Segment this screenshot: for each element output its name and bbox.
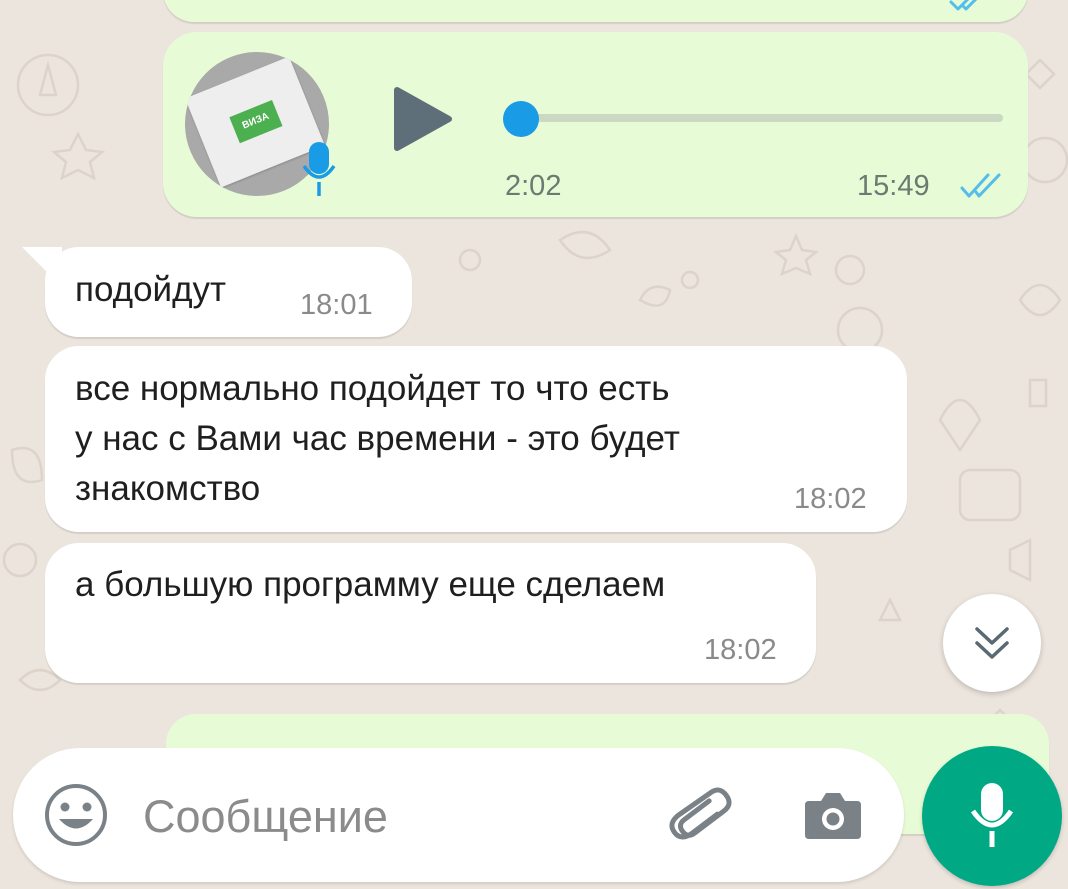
incoming-message-1[interactable]: подойдут 18:01 [45, 247, 412, 337]
message-time: 18:01 [300, 289, 373, 321]
camera-icon[interactable] [803, 789, 863, 841]
double-chevron-down-icon [975, 627, 1009, 659]
incoming-message-2[interactable]: все нормально подойдет то что есть у нас… [45, 346, 907, 532]
message-composer [13, 748, 904, 882]
voice-message-bubble[interactable]: ВИЗА 2:02 15:49 [163, 32, 1028, 217]
message-time: 18:02 [704, 634, 777, 666]
voice-progress-track[interactable] [505, 114, 1003, 122]
emoji-icon[interactable] [43, 782, 109, 848]
message-time: 18:02 [794, 483, 867, 515]
badge-stamp: ВИЗА [229, 100, 283, 144]
message-text: все нормально подойдет то что есть у нас… [75, 369, 680, 508]
play-icon[interactable] [393, 86, 453, 152]
double-check-icon [949, 0, 978, 11]
mic-icon [302, 142, 336, 196]
incoming-message-3[interactable]: а большую программу еще сделаем 18:02 [45, 543, 816, 683]
message-text: подойдут [75, 270, 227, 309]
previous-outgoing-bubble [163, 0, 1028, 22]
voice-record-button[interactable] [922, 746, 1062, 886]
voice-progress-thumb[interactable] [503, 101, 539, 137]
paperclip-icon[interactable] [667, 786, 737, 846]
message-input[interactable] [143, 782, 643, 852]
mic-icon [970, 783, 1014, 847]
scroll-to-bottom-button[interactable] [943, 594, 1041, 692]
message-text: а большую программу еще сделаем [75, 565, 666, 604]
double-check-icon [960, 173, 1001, 198]
voice-message-time: 15:49 [857, 170, 930, 202]
voice-duration: 2:02 [505, 170, 562, 202]
